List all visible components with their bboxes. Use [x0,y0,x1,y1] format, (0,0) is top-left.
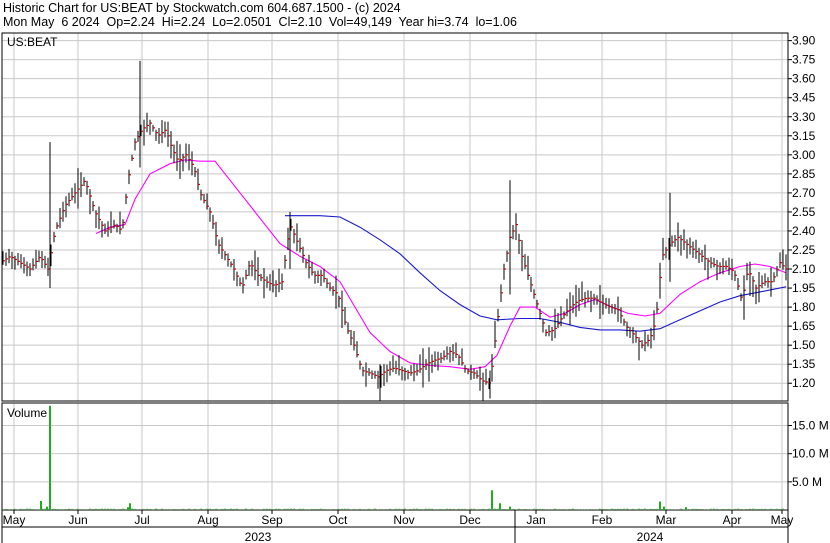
historic-chart: 3.90 3.75 3.60 3.45 3.30 3.15 3.00 2.85 2.70 2.55… [1,32,829,543]
volume-grid [2,403,788,510]
price-tick-label: 2.10 [792,262,816,276]
month-label: Jun [68,513,87,527]
volume-tick-label: 10.0 M [792,447,829,461]
price-axis-ticks: 3.90 3.75 3.60 3.45 3.30 3.15 3.00 2.85 2.70 2.55… [788,34,816,390]
price-tick-label: 1.50 [792,338,816,352]
year-label-2024: 2024 [637,530,664,543]
price-tick-label: 2.55 [792,205,816,219]
time-axis: May Jun Jul Aug Sep Oct Nov Dec Jan Feb Mar Apr May 2… [1,510,794,543]
month-label: Apr [723,513,742,527]
price-tick-label: 3.15 [792,129,816,143]
price-tick-label: 2.25 [792,243,816,257]
month-label: Nov [393,513,414,527]
month-label: Dec [459,513,480,527]
volume-label: Volume [7,406,47,420]
price-tick-label: 2.70 [792,186,816,200]
volume-tick-label: 15.0 M [792,419,829,433]
price-tick-label: 1.80 [792,300,816,314]
price-tick-label: 2.85 [792,167,816,181]
price-tick-label: 1.65 [792,319,816,333]
symbol-label: US:BEAT [7,35,58,49]
price-tick-label: 3.00 [792,148,816,162]
volume-axis-ticks: 15.0 M 10.0 M 5.0 M [788,419,829,489]
month-label: Jul [134,513,149,527]
month-label: Mar [656,513,677,527]
price-tick-label: 3.90 [792,34,816,48]
short-moving-average-group [95,159,787,370]
price-tick-label: 3.75 [792,53,816,67]
month-label: May [3,513,26,527]
price-tick-label: 3.60 [792,72,816,86]
price-tick-label: 3.45 [792,91,816,105]
price-tick-label: 1.20 [792,376,816,390]
price-tick-label: 1.95 [792,281,816,295]
volume-panel-frame [1,402,789,511]
month-label: Oct [329,513,348,527]
price-tick-label: 2.40 [792,224,816,238]
volume-bars-group [2,405,787,510]
short-moving-average-line [95,159,787,370]
price-tick-label: 3.30 [792,110,816,124]
year-label-2023: 2023 [245,530,272,543]
volume-tick-label: 5.0 M [792,475,822,489]
month-label: Sep [261,513,283,527]
month-label: Jan [526,513,545,527]
month-label: Feb [592,513,613,527]
month-label: Aug [197,513,218,527]
price-tick-label: 1.35 [792,357,816,371]
month-label: May [771,513,794,527]
